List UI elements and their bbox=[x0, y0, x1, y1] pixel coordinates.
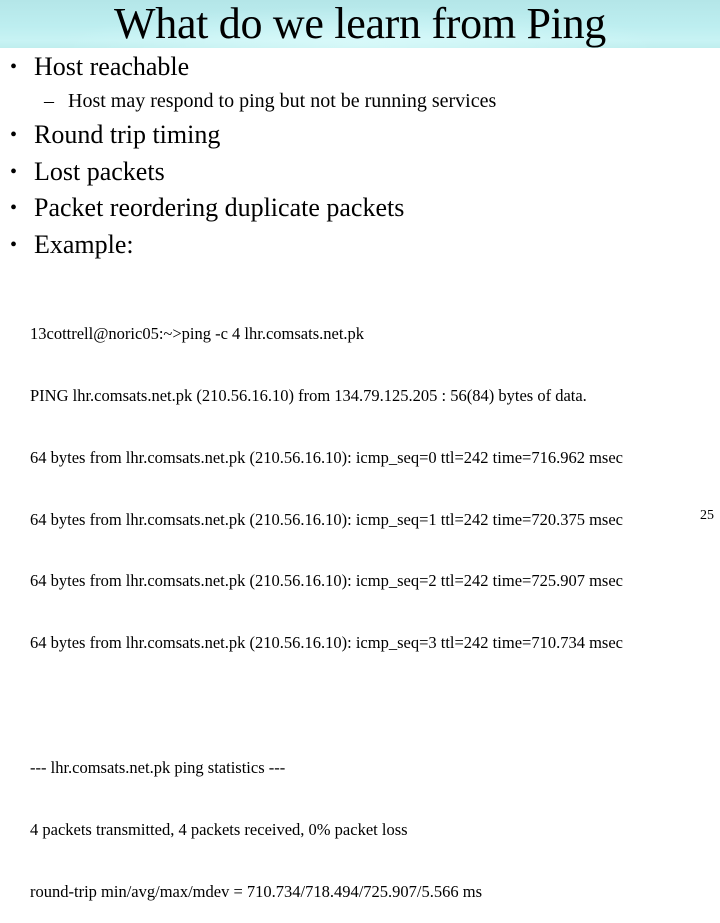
ping-output: 13cottrell@noric05:~>ping -c 4 lhr.comsa… bbox=[30, 283, 720, 923]
bullet-label: Round trip timing bbox=[34, 120, 221, 149]
ping-command-line: 13cottrell@noric05:~>ping -c 4 lhr.comsa… bbox=[30, 324, 365, 344]
ping-reply-line: 64 bytes from lhr.comsats.net.pk (210.56… bbox=[30, 447, 623, 467]
ping-reply-line: 64 bytes from lhr.comsats.net.pk (210.56… bbox=[30, 571, 623, 591]
bullet-item: • Host reachable bbox=[10, 52, 189, 82]
bullet-item: • Lost packets bbox=[10, 157, 165, 187]
bullet-icon: • bbox=[10, 197, 18, 219]
bullet-icon: • bbox=[10, 124, 18, 146]
bullet-label: Example: bbox=[34, 230, 134, 259]
bullet-item: • Round trip timing bbox=[10, 120, 220, 150]
bullet-icon: • bbox=[10, 234, 18, 256]
slide-title: What do we learn from Ping bbox=[114, 0, 606, 48]
dash-icon: – bbox=[44, 90, 54, 112]
bullet-icon: • bbox=[10, 161, 18, 183]
bullet-label: Host reachable bbox=[34, 52, 190, 81]
ping-reply-line: 64 bytes from lhr.comsats.net.pk (210.56… bbox=[30, 509, 623, 529]
ping-statistics-rtt: round-trip min/avg/max/mdev = 710.734/71… bbox=[30, 881, 483, 901]
ping-statistics-packets: 4 packets transmitted, 4 packets receive… bbox=[30, 819, 408, 839]
bullet-label: Lost packets bbox=[34, 157, 165, 186]
page-number: 25 bbox=[700, 508, 714, 523]
sub-bullet-item: – Host may respond to ping but not be run… bbox=[44, 89, 496, 113]
ping-reply-line: 64 bytes from lhr.comsats.net.pk (210.56… bbox=[30, 633, 623, 653]
ping-statistics-header: --- lhr.comsats.net.pk ping statistics -… bbox=[30, 758, 286, 778]
sub-bullet-label: Host may respond to ping but not be runn… bbox=[68, 90, 497, 112]
bullet-icon: • bbox=[10, 56, 18, 78]
bullet-item: • Packet reordering duplicate packets bbox=[10, 193, 404, 223]
ping-blank-line bbox=[30, 695, 720, 717]
ping-header-line: PING lhr.comsats.net.pk (210.56.16.10) f… bbox=[30, 385, 587, 405]
bullet-label: Packet reordering duplicate packets bbox=[34, 193, 405, 222]
bullet-item: • Example: bbox=[10, 230, 134, 260]
